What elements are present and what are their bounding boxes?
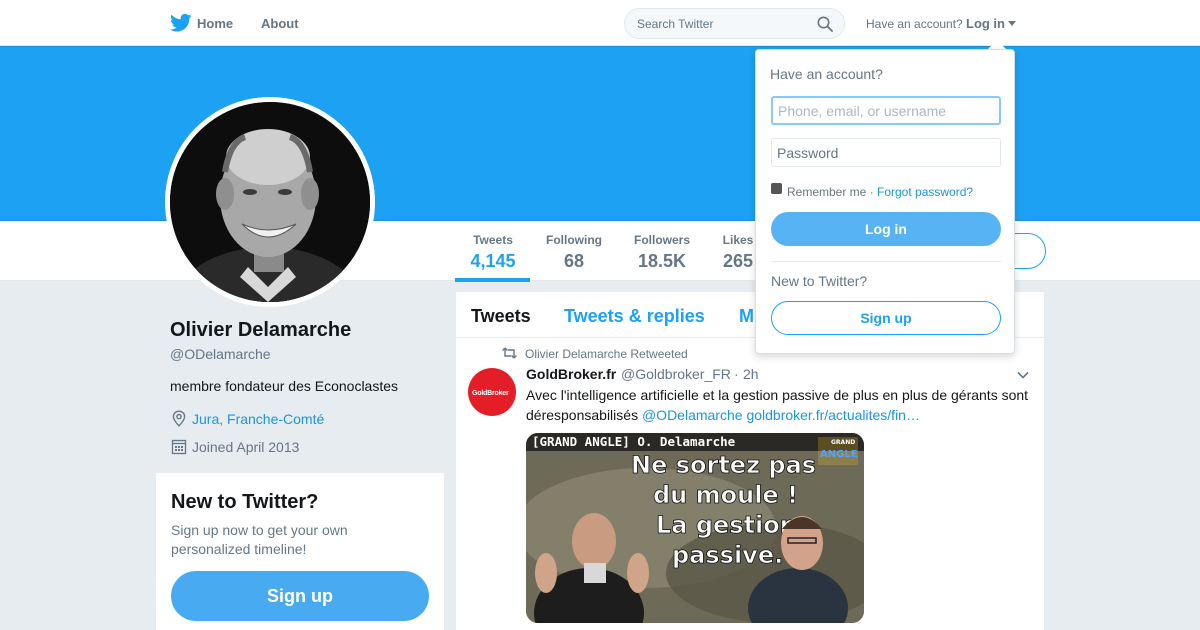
stat-label: Following — [546, 233, 602, 247]
avatar-photo — [170, 102, 370, 302]
stat-followers[interactable]: Followers 18.5K — [632, 233, 692, 272]
have-account-text: Have an account? — [866, 17, 963, 31]
goldbroker-logo: GoldBroker — [472, 390, 509, 397]
divider — [771, 261, 1001, 262]
dropdown-title: Have an account? — [770, 66, 883, 82]
media-header-text: [GRAND ANGLE] O. Delamarche — [532, 434, 736, 449]
stat-label: Tweets — [473, 233, 513, 247]
search-box[interactable]: Search Twitter — [624, 8, 845, 39]
login-dropdown-toggle[interactable]: Log in — [966, 16, 1005, 31]
tab-tweets-replies[interactable]: Tweets & replies — [564, 306, 705, 327]
video-thumbnail: [GRAND ANGLE] O. Delamarche GRAND ANGLE … — [526, 433, 864, 623]
caret-down-icon[interactable] — [1008, 21, 1016, 26]
remember-me-checkbox[interactable] — [771, 183, 782, 194]
login-button[interactable]: Log in — [771, 212, 1001, 246]
forgot-password-link[interactable]: Forgot password? — [877, 185, 973, 199]
new-to-twitter-text: New to Twitter? — [771, 273, 868, 289]
search-icon[interactable] — [817, 16, 833, 32]
media-title-line: passive. — [672, 541, 783, 569]
stat-value: 265 — [722, 251, 754, 271]
remember-me-text[interactable]: Remember me — [787, 185, 866, 199]
profile-location-link[interactable]: Jura, Franche-Comté — [192, 411, 324, 427]
calendar-icon — [171, 439, 187, 455]
active-tab-indicator — [455, 278, 530, 282]
stat-likes[interactable]: Likes 265 — [720, 233, 756, 272]
signup-card: New to Twitter? Sign up now to get your … — [156, 473, 444, 630]
tweet-timestamp[interactable]: 2h — [743, 366, 759, 382]
location-pin-icon — [172, 410, 186, 427]
portrait-image — [170, 102, 370, 302]
dropdown-separator: · — [869, 185, 874, 199]
tweet-text-line: déresponsabilisés — [526, 407, 639, 423]
tweet-text-line: Avec l'intelligence artificielle et la g… — [526, 387, 1029, 403]
tweet-mention-link[interactable]: @ODelamarche — [642, 407, 743, 423]
sidebar-signup-button[interactable]: Sign up — [171, 571, 429, 621]
media-badge-top: GRAND — [831, 439, 855, 446]
username-input[interactable] — [771, 96, 1001, 125]
profile-handle[interactable]: @ODelamarche — [170, 346, 271, 362]
tweet-author-avatar[interactable]: GoldBroker — [468, 368, 516, 416]
retweeted-by-label[interactable]: Olivier Delamarche Retweeted — [525, 347, 688, 361]
profile-bio: membre fondateur des Econoclastes — [170, 378, 399, 394]
tweet-author-name[interactable]: GoldBroker.fr — [526, 366, 616, 382]
stat-label: Likes — [722, 233, 754, 247]
profile-joined-date: Joined April 2013 — [192, 439, 300, 455]
stat-value: 68 — [563, 251, 585, 271]
tweet-url-link[interactable]: goldbroker.fr/actualites/fin… — [746, 407, 920, 423]
stat-tweets[interactable]: Tweets 4,145 — [470, 233, 516, 272]
top-navigation: Home About Search Twitter Have an accoun… — [0, 0, 1200, 46]
tab-media[interactable]: M — [739, 306, 754, 327]
remember-me-label: Remember me · — [787, 185, 874, 199]
tab-tweets[interactable]: Tweets — [471, 306, 531, 327]
stat-value: 18.5K — [637, 251, 687, 271]
stat-label: Followers — [633, 233, 690, 247]
tweet-separator: · — [734, 366, 739, 382]
media-title-line: La gestion — [656, 511, 797, 539]
media-badge-bottom: ANGLE — [820, 449, 858, 460]
tweet-media-image[interactable]: [GRAND ANGLE] O. Delamarche GRAND ANGLE … — [526, 433, 864, 623]
nav-home-link[interactable]: Home — [197, 16, 233, 31]
search-input[interactable]: Search Twitter — [637, 17, 713, 31]
signup-card-text: Sign up now to get your own personalized… — [171, 522, 348, 557]
stat-value: 4,145 — [470, 251, 516, 271]
nav-about-link[interactable]: About — [261, 16, 299, 31]
dropdown-signup-button[interactable]: Sign up — [771, 301, 1001, 335]
tweet-author-handle[interactable]: @Goldbroker_FR — [621, 366, 731, 382]
login-dropdown: Have an account? Remember me · Forgot pa… — [755, 49, 1015, 354]
password-input[interactable] — [771, 138, 1001, 167]
signup-card-title: New to Twitter? — [171, 491, 319, 513]
chevron-down-icon[interactable] — [1017, 371, 1029, 379]
tweet-text: Avec l'intelligence artificielle et la g… — [526, 385, 1036, 425]
profile-name[interactable]: Olivier Delamarche — [170, 319, 351, 342]
stat-following[interactable]: Following 68 — [543, 233, 605, 272]
retweet-icon — [502, 347, 517, 359]
twitter-bird-icon[interactable] — [170, 13, 192, 33]
dropdown-caret — [988, 40, 1006, 49]
profile-avatar[interactable] — [165, 97, 375, 307]
media-title-line: Ne sortez pas — [631, 451, 816, 479]
media-title-line: du moule ! — [653, 481, 798, 509]
